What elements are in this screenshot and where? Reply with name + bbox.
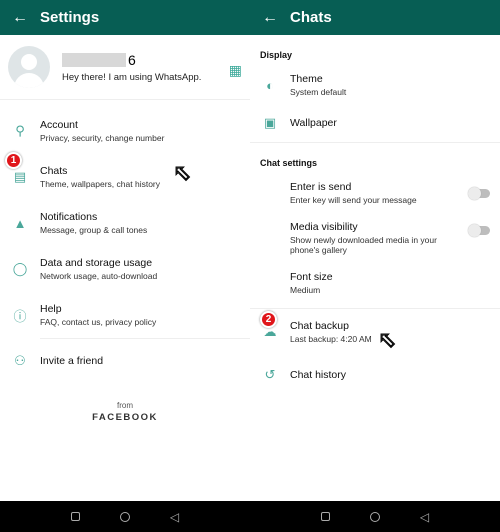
people-icon: ⚇ (14, 353, 26, 368)
item-title: Help (40, 303, 62, 315)
media-visibility-toggle[interactable] (468, 224, 490, 237)
blurred-name (62, 52, 126, 67)
chats-appbar: ← Chats (250, 0, 500, 35)
settings-appbar: ← Settings (0, 0, 250, 35)
settings-screen: ← Settings 6 Hey there! I am using Whats… (0, 0, 250, 532)
chats-item-theme[interactable]: ◐ Theme System default (250, 66, 500, 104)
item-subtitle: Network usage, auto-download (40, 271, 158, 281)
arrow-left-icon[interactable]: ← (250, 9, 290, 27)
chats-item-chat-history[interactable]: ↺ Chat history (250, 355, 500, 395)
item-subtitle: Privacy, security, change number (40, 133, 165, 143)
data-usage-icon: ◯ (12, 261, 28, 276)
section-chat-settings: Chat settings (260, 158, 318, 168)
chats-item-media-visibility[interactable]: Media visibility Show newly downloaded me… (250, 212, 500, 264)
chats-settings-screen: ← Chats Display ◐ Theme System default ▣ … (250, 0, 500, 532)
history-icon: ↺ (264, 367, 276, 382)
qr-code-icon[interactable]: ▦ (229, 62, 242, 79)
home-icon[interactable] (119, 511, 130, 522)
page-title: Chats (290, 9, 332, 26)
item-subtitle: Show newly downloaded media in your phon… (290, 235, 437, 255)
profile-status: Hey there! I am using WhatsApp. (62, 71, 202, 83)
item-title: Chat history (290, 369, 347, 381)
settings-item-notifications[interactable]: ▲ Notifications Message, group & call ton… (0, 200, 250, 246)
from-label: from (117, 401, 133, 410)
recents-icon[interactable] (70, 512, 80, 521)
back-triangle-icon[interactable]: ◁ (420, 510, 429, 524)
chats-item-wallpaper[interactable]: ▣ Wallpaper (250, 104, 500, 142)
wallpaper-icon: ▣ (263, 115, 277, 130)
key-icon: ⚲ (15, 123, 25, 138)
settings-item-help[interactable]: ⓘ Help FAQ, contact us, privacy policy (0, 292, 250, 338)
chats-item-chat-backup[interactable]: ☁ Chat backup Last backup: 4:20 AM 2 ⬁ (250, 309, 500, 355)
step-badge: 2 (260, 311, 277, 328)
profile-row[interactable]: 6 Hey there! I am using WhatsApp. ▦ (0, 35, 250, 100)
item-title: Account (40, 119, 78, 131)
item-title: Invite a friend (40, 355, 104, 367)
item-subtitle: System default (290, 87, 347, 97)
step-badge: 1 (5, 152, 22, 169)
page-title: Settings (40, 9, 100, 26)
chats-item-font-size[interactable]: Font size Medium (250, 264, 500, 302)
item-title: Data and storage usage (40, 257, 153, 269)
theme-brightness-icon: ◐ (266, 77, 274, 93)
bell-icon: ▲ (13, 215, 27, 231)
mouse-cursor-icon: ⬁ (377, 327, 397, 353)
android-navbar: ◁ (0, 501, 250, 532)
item-title: Wallpaper (290, 117, 337, 129)
chat-icon: ▤ (13, 169, 27, 184)
help-icon: ⓘ (13, 308, 27, 324)
mouse-cursor-icon: ⬁ (172, 160, 192, 186)
item-subtitle: Medium (290, 285, 321, 295)
enter-is-send-toggle[interactable] (468, 186, 490, 200)
recents-icon[interactable] (320, 512, 330, 521)
item-title: Media visibility (290, 221, 358, 233)
settings-item-account[interactable]: ⚲ Account Privacy, security, change numbe… (0, 108, 250, 154)
chats-item-enter-is-send[interactable]: Enter is send Enter key will send your me… (250, 174, 500, 212)
item-title: Theme (290, 73, 323, 85)
profile-name: 6 (62, 52, 201, 68)
section-display: Display (260, 50, 293, 60)
item-subtitle: FAQ, contact us, privacy policy (40, 317, 157, 327)
back-triangle-icon[interactable]: ◁ (170, 510, 179, 524)
avatar[interactable] (8, 46, 50, 88)
item-title: Chats (40, 165, 68, 177)
facebook-logo: FACEBOOK (92, 412, 158, 423)
arrow-left-icon[interactable]: ← (0, 9, 40, 27)
item-subtitle: Theme, wallpapers, chat history (40, 179, 160, 189)
settings-item-data-storage[interactable]: ◯ Data and storage usage Network usage, a… (0, 246, 250, 292)
home-icon[interactable] (369, 511, 380, 522)
item-title: Notifications (40, 211, 98, 223)
android-navbar: ◁ (250, 501, 500, 532)
name-suffix: 6 (128, 51, 136, 68)
item-title: Font size (290, 271, 333, 283)
item-subtitle: Message, group & call tones (40, 225, 148, 235)
settings-item-invite[interactable]: ⚇ Invite a friend (0, 339, 250, 383)
settings-item-chats[interactable]: ▤ Chats Theme, wallpapers, chat history 1… (0, 152, 250, 200)
